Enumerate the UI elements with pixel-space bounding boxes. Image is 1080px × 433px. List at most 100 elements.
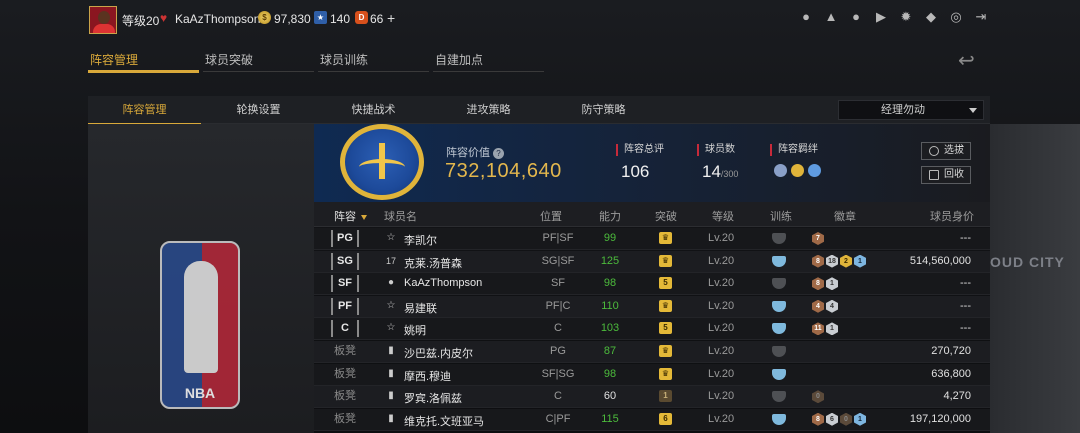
badge-icon[interactable]: 4: [812, 299, 824, 313]
player-position: SG|SF: [541, 254, 575, 267]
select-button[interactable]: 选拔: [921, 142, 971, 160]
badge-icon[interactable]: 0: [812, 390, 824, 404]
badge-icon[interactable]: 6: [826, 412, 838, 426]
player-name[interactable]: 易建联: [404, 300, 437, 316]
main-tab-training[interactable]: 球员训练: [318, 51, 429, 73]
player-position: PF|C: [545, 299, 571, 312]
recycle-button[interactable]: 回收: [921, 166, 971, 184]
table-row[interactable]: 板凳 ▮ 沙巴兹.内皮尔 PG 87 ♛ Lv.20 270,720: [314, 341, 990, 363]
training-icon[interactable]: [772, 346, 786, 357]
lineup-slot[interactable]: SG: [331, 252, 359, 270]
col-badges[interactable]: 徽章: [834, 208, 856, 224]
lineup-slot[interactable]: 板凳: [331, 411, 359, 428]
badge-icon[interactable]: 7: [812, 232, 824, 245]
player-position: PG: [550, 345, 566, 357]
player-name[interactable]: 克莱.汤普森: [404, 255, 462, 271]
badge-icon[interactable]: 2: [840, 254, 852, 268]
player-level: Lv.20: [708, 322, 735, 335]
player-name[interactable]: 摩西.穆迪: [404, 368, 451, 384]
badge-list: 11 1: [812, 322, 838, 336]
training-icon[interactable]: [772, 233, 786, 244]
training-icon[interactable]: [772, 255, 786, 267]
logout-icon[interactable]: ⇥: [974, 10, 988, 24]
badge-icon[interactable]: 1: [826, 277, 838, 291]
badge-icon[interactable]: 4: [826, 299, 838, 313]
player-name[interactable]: 罗宾.洛佩兹: [404, 390, 462, 406]
lineup-slot[interactable]: 板凳: [331, 388, 359, 405]
player-position: C: [554, 322, 562, 335]
table-row[interactable]: SG 17 克莱.汤普森 SG|SF 125 ♛ Lv.20 8 18 2 1 514,560,000: [314, 250, 990, 273]
lineup-slot[interactable]: PF: [331, 297, 359, 315]
star-icon: ☆: [386, 322, 396, 334]
col-worth[interactable]: 球员身价: [930, 208, 974, 224]
training-icon[interactable]: [772, 300, 786, 312]
sub-tab-rotation[interactable]: 轮换设置: [202, 96, 315, 124]
support-headset-icon[interactable]: ◎: [949, 10, 963, 24]
player-name[interactable]: KaAzThompson: [404, 277, 482, 289]
col-rating[interactable]: 能力: [599, 208, 621, 224]
bond-icon-1[interactable]: [774, 164, 787, 177]
lineup-slot[interactable]: 板凳: [331, 366, 359, 383]
sub-tab-offense[interactable]: 进攻策略: [432, 96, 545, 124]
video-icon[interactable]: ▶: [874, 10, 888, 24]
sub-tab-quick-tactics[interactable]: 快捷战术: [317, 96, 430, 124]
table-row[interactable]: C ☆ 姚明 C 103 5 Lv.20 11 1 ---: [314, 318, 990, 341]
lineup-select-dropdown[interactable]: 经理勿动: [838, 100, 984, 120]
avatar[interactable]: [89, 6, 117, 34]
add-currency-button[interactable]: +: [387, 10, 395, 26]
table-row[interactable]: 板凳 ▮ 罗宾.洛佩兹 C 60 1 Lv.20 0 4,270: [314, 386, 990, 409]
player-name[interactable]: 维克托.文班亚马: [404, 413, 484, 429]
bond-icon-3[interactable]: [808, 164, 821, 177]
badge-icon[interactable]: 11: [812, 322, 824, 336]
badge-icon[interactable]: 8: [812, 412, 824, 426]
lineup-slot[interactable]: 板凳: [331, 343, 359, 360]
lineup-slot[interactable]: PG: [331, 230, 359, 247]
badge-icon[interactable]: 1: [826, 322, 838, 336]
player-rating: 125: [600, 254, 620, 267]
friends-icon[interactable]: ●: [849, 10, 863, 24]
badge-icon[interactable]: 0: [840, 412, 852, 426]
training-icon[interactable]: [772, 413, 786, 425]
main-tab-lineup[interactable]: 阵容管理: [88, 51, 199, 73]
table-row[interactable]: PF ☆ 易建联 PF|C 110 ♛ Lv.20 4 4 ---: [314, 295, 990, 318]
gold-coin-icon: $: [258, 11, 271, 24]
sub-tab-lineup[interactable]: 阵容管理: [88, 96, 201, 125]
main-tab-custom-points[interactable]: 自建加点: [433, 51, 544, 73]
table-row[interactable]: 板凳 ▮ 摩西.穆迪 SF|SG 98 ♛ Lv.20 636,800: [314, 363, 990, 386]
lineup-slot[interactable]: C: [331, 320, 359, 338]
col-name[interactable]: 球员名: [384, 208, 417, 224]
player-name[interactable]: 沙巴兹.内皮尔: [404, 345, 473, 361]
col-position[interactable]: 位置: [540, 208, 562, 224]
shield-icon[interactable]: ◆: [924, 10, 938, 24]
bond-icon-2[interactable]: [791, 164, 804, 177]
table-row[interactable]: PG ☆ 李凯尔 PF|SF 99 ♛ Lv.20 7 ---: [314, 228, 990, 250]
table-row[interactable]: SF ● KaAzThompson SF 98 5 Lv.20 8 1 ---: [314, 273, 990, 296]
player-name[interactable]: 姚明: [404, 322, 426, 338]
profile-icon[interactable]: ●: [799, 10, 813, 24]
col-training[interactable]: 训练: [770, 208, 792, 224]
notification-bell-icon[interactable]: ▲: [824, 10, 838, 24]
training-icon[interactable]: [772, 323, 786, 335]
badge-icon[interactable]: 8: [812, 277, 824, 291]
training-icon[interactable]: [772, 391, 786, 403]
settings-gear-icon[interactable]: ✹: [899, 10, 913, 24]
help-icon[interactable]: ?: [493, 147, 504, 159]
col-breakthrough[interactable]: 突破: [655, 208, 677, 224]
badge-icon[interactable]: 1: [854, 412, 866, 426]
top-right-toolbar: ● ▲ ● ▶ ✹ ◆ ◎ ⇥: [799, 10, 988, 24]
badge-icon[interactable]: 8: [812, 254, 824, 268]
bond-icons[interactable]: [774, 164, 821, 177]
back-arrow-icon[interactable]: ↩: [958, 48, 975, 73]
lineup-slot[interactable]: SF: [331, 275, 359, 293]
sub-tab-defense[interactable]: 防守策略: [547, 96, 660, 124]
table-row[interactable]: 板凳 ▮ 维克托.文班亚马 C|PF 115 6 Lv.20 8 6 0 1 197,120,000: [314, 408, 990, 431]
training-icon[interactable]: [772, 278, 786, 290]
chevron-down-icon: [969, 108, 977, 113]
badge-icon[interactable]: 18: [826, 254, 838, 268]
badge-icon[interactable]: 1: [854, 254, 866, 268]
player-name[interactable]: 李凯尔: [404, 232, 437, 248]
col-level[interactable]: 等级: [712, 208, 734, 224]
col-lineup[interactable]: 阵容: [334, 208, 367, 224]
main-tab-breakthrough[interactable]: 球员突破: [203, 51, 314, 73]
training-icon[interactable]: [772, 368, 786, 380]
